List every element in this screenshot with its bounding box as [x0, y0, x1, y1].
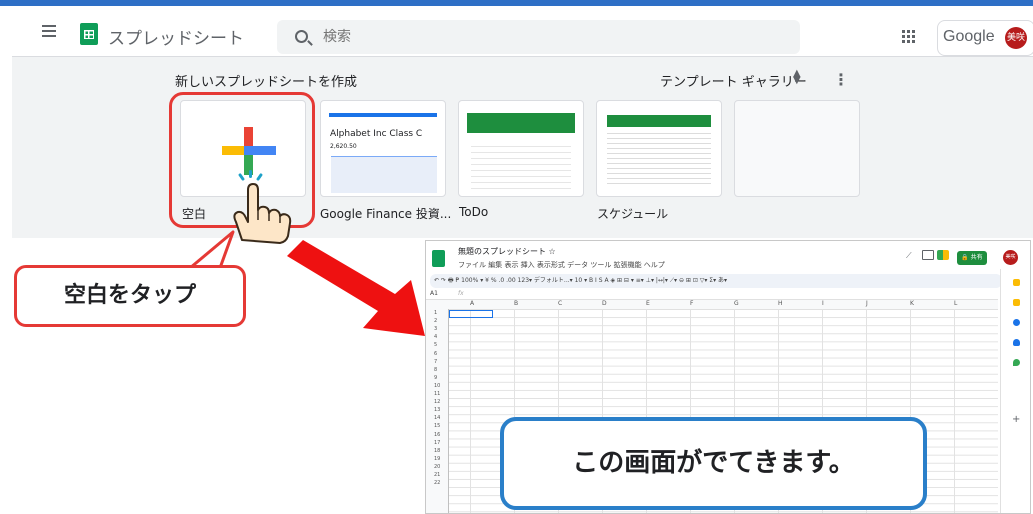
sheets-logo-icon[interactable] [432, 250, 445, 267]
trend-icon[interactable]: ⟋ [906, 251, 912, 261]
template-label-finance[interactable]: Google Finance 投資... [320, 205, 451, 222]
column-header[interactable]: B [514, 300, 518, 307]
template-card-finance[interactable]: Alphabet Inc Class C 2,620.50 [320, 100, 446, 197]
row-header[interactable]: 6 [434, 351, 437, 357]
column-header[interactable]: D [602, 300, 607, 307]
cell-reference[interactable]: A1 [430, 290, 438, 297]
column-header[interactable]: G [734, 300, 739, 307]
template-label-todo[interactable]: ToDo [459, 205, 488, 219]
template-card-todo[interactable] [458, 100, 584, 197]
finance-card-value: 2,620.50 [330, 143, 357, 150]
menu-bar[interactable]: ファイル 編集 表示 挿入 表示形式 データ ツール 拡張機能 ヘルプ [458, 260, 665, 270]
apps-grid-icon[interactable] [902, 30, 905, 33]
row-header[interactable]: 8 [434, 367, 437, 373]
column-header[interactable]: H [778, 300, 783, 307]
fx-icon: fx [458, 290, 464, 297]
google-logo: Google [943, 28, 995, 45]
share-button[interactable]: 🔒 共有 [957, 251, 987, 265]
row-header[interactable]: 3 [434, 326, 437, 332]
tap-effect-icon [249, 170, 252, 178]
arrow-right-down-icon [287, 240, 425, 336]
row-header[interactable]: 22 [434, 480, 440, 486]
more-vert-icon[interactable]: ⋮ [833, 70, 849, 89]
row-header[interactable]: 11 [434, 391, 440, 397]
row-header[interactable]: 15 [434, 423, 440, 429]
new-spreadsheet-label: 新しいスプレッドシートを作成 [175, 75, 358, 90]
row-headers: 1 2 3 4 5 6 7 8 9 10 11 12 13 14 15 16 17 18 19 20 21 22 [426, 309, 449, 513]
formula-bar[interactable]: A1 fx [426, 289, 998, 300]
app-header: スプレッドシート Google 美咲 [12, 6, 1033, 57]
row-header[interactable]: 13 [434, 407, 440, 413]
todo-rows-thumb [471, 141, 571, 191]
row-header[interactable]: 12 [434, 399, 440, 405]
template-gallery-button[interactable]: テンプレート ギャラリー [660, 71, 807, 90]
avatar[interactable]: 美咲 [1005, 27, 1027, 49]
maps-icon[interactable] [1013, 359, 1020, 366]
doc-title[interactable]: 無題のスプレッドシート ☆ [458, 246, 556, 257]
schedule-rows-thumb [607, 129, 711, 187]
sheets-logo-icon[interactable] [80, 23, 98, 45]
schedule-header-bar [607, 115, 711, 127]
column-header[interactable]: L [954, 300, 957, 307]
search-box[interactable] [277, 20, 800, 54]
search-input[interactable] [321, 28, 625, 46]
tap-blank-callout: 空白をタップ [14, 265, 246, 327]
finance-card-title: Alphabet Inc Class C [330, 129, 423, 139]
column-header[interactable]: A [470, 300, 474, 307]
row-header[interactable]: 21 [434, 472, 440, 478]
row-header[interactable]: 16 [434, 432, 440, 438]
account-button[interactable]: Google 美咲 [937, 20, 1033, 56]
row-header[interactable]: 18 [434, 448, 440, 454]
finance-chart-thumb [331, 156, 437, 193]
row-header[interactable]: 2 [434, 318, 437, 324]
column-header[interactable]: K [910, 300, 914, 307]
toolbar[interactable]: ↶ ↷ 🖶 ₱ 100% ▾ ¥ % .0 .00 123▾ デフォルト...▾… [430, 274, 1002, 288]
keep-icon[interactable] [1013, 279, 1020, 286]
row-header[interactable]: 9 [434, 375, 437, 381]
column-header[interactable]: F [690, 300, 693, 307]
add-icon[interactable]: + [1012, 414, 1020, 425]
column-header[interactable]: J [866, 300, 868, 307]
meet-icon[interactable] [937, 250, 949, 260]
row-header[interactable]: 19 [434, 456, 440, 462]
unfold-icon[interactable]: ▲ ▼ [793, 69, 801, 86]
column-header[interactable]: I [822, 300, 824, 307]
menu-icon[interactable] [42, 30, 56, 32]
column-header[interactable]: E [646, 300, 650, 307]
contacts-icon[interactable] [1013, 339, 1020, 346]
callout-tail [188, 230, 235, 270]
comment-icon[interactable] [922, 250, 934, 260]
calendar-icon[interactable] [1013, 319, 1020, 326]
screen-appears-callout: この画面がでてきます。 [500, 417, 927, 510]
active-cell[interactable] [449, 310, 493, 318]
template-label-schedule[interactable]: スケジュール [597, 205, 668, 222]
row-header[interactable]: 7 [434, 359, 437, 365]
avatar[interactable]: 美咲 [1003, 250, 1018, 265]
template-card-empty[interactable] [734, 100, 860, 197]
row-header[interactable]: 5 [434, 342, 437, 348]
app-title[interactable]: スプレッドシート [108, 24, 244, 49]
search-icon[interactable] [295, 30, 308, 43]
template-card-schedule[interactable] [596, 100, 722, 197]
column-header[interactable]: C [558, 300, 562, 307]
row-header[interactable]: 14 [434, 415, 440, 421]
row-header[interactable]: 17 [434, 440, 440, 446]
todo-header-bar [467, 113, 575, 133]
finance-header-bar [329, 113, 437, 117]
row-header[interactable]: 4 [434, 334, 437, 340]
side-panel: + [1000, 269, 1030, 513]
row-header[interactable]: 20 [434, 464, 440, 470]
tasks-icon[interactable] [1013, 299, 1020, 306]
row-header[interactable]: 1 [434, 310, 437, 316]
row-header[interactable]: 10 [434, 383, 440, 389]
